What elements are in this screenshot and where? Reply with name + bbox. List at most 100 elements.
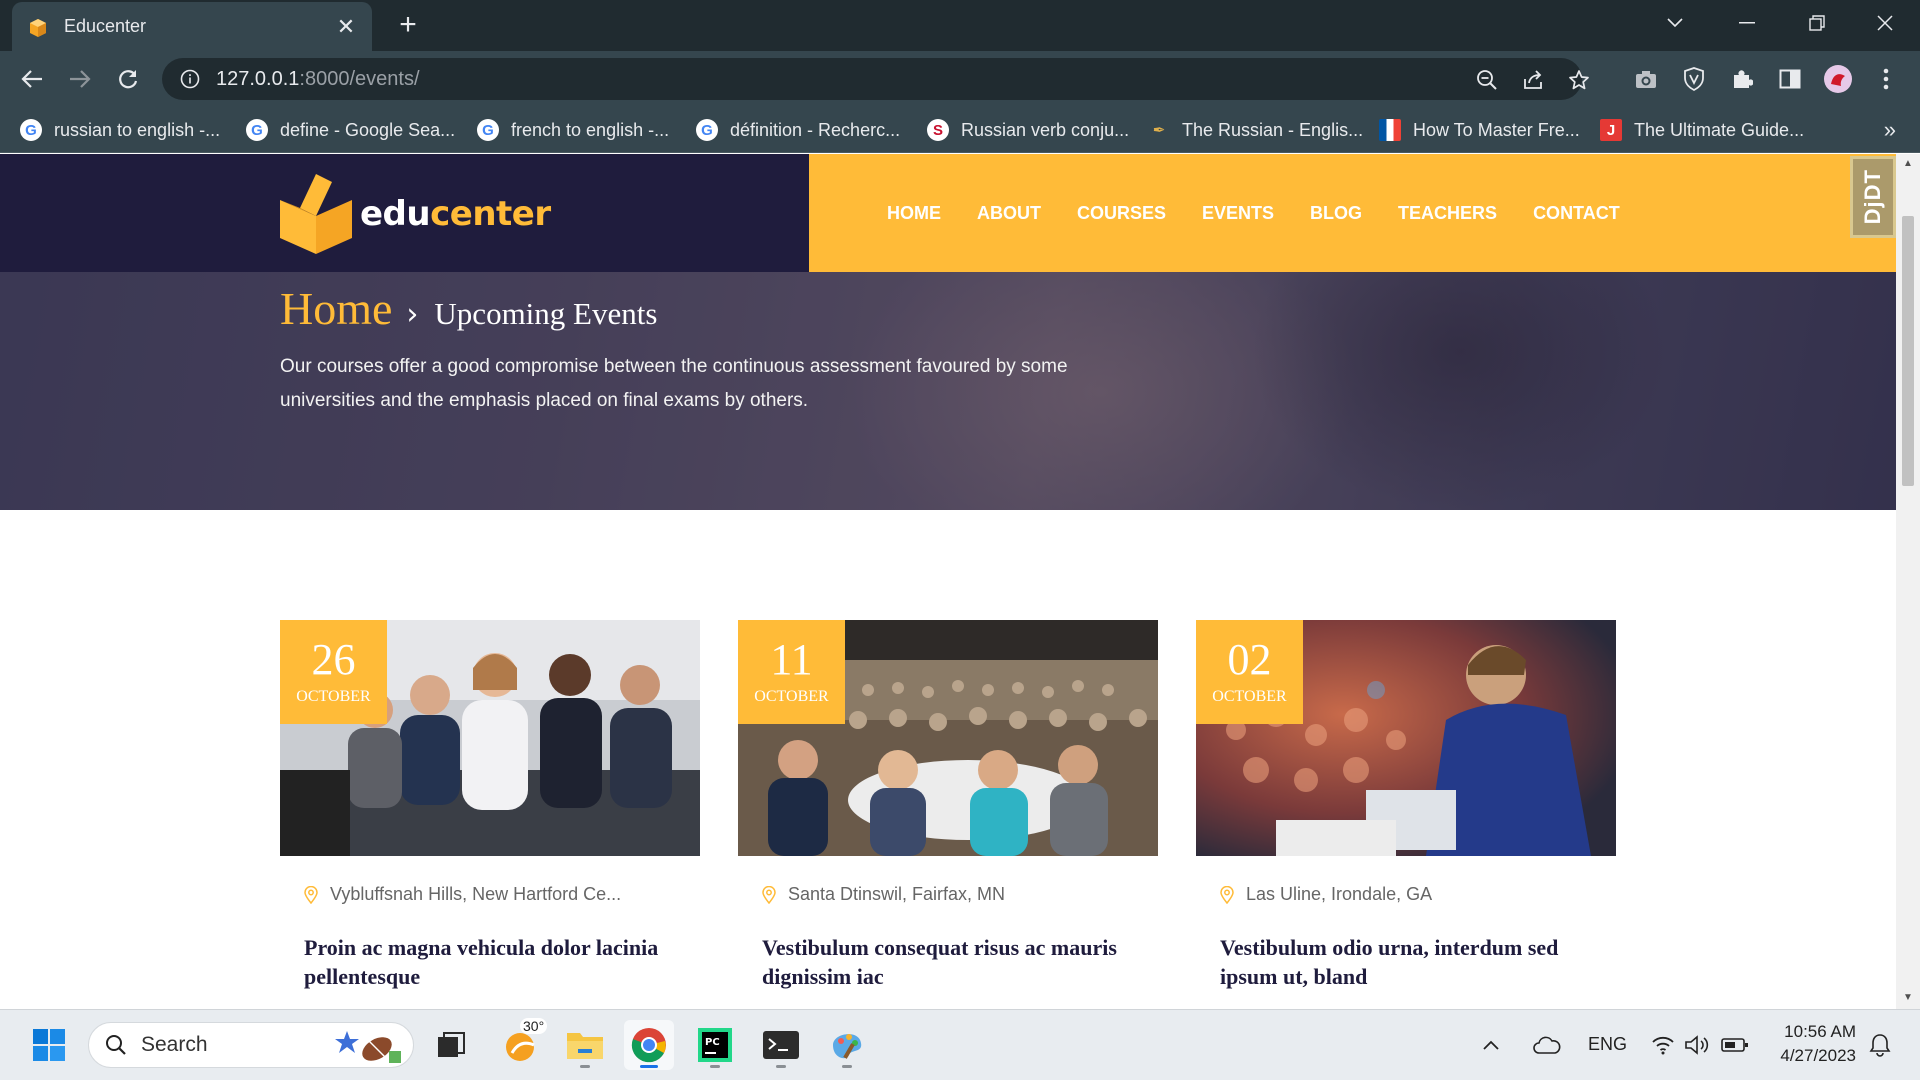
event-location: Santa Dtinswil, Fairfax, MN xyxy=(762,884,1158,905)
extensions-puzzle-icon[interactable] xyxy=(1726,63,1758,95)
battery-icon[interactable] xyxy=(1718,1020,1752,1070)
search-icon xyxy=(106,1035,126,1055)
event-image[interactable]: 26 OCTOBER xyxy=(280,620,700,856)
main-navigation: HOME ABOUT COURSES EVENTS BLOG TEACHERS … xyxy=(809,154,1896,272)
svg-text:PC: PC xyxy=(705,1037,720,1048)
scroll-down-icon[interactable]: ▼ xyxy=(1902,992,1914,1004)
page-viewport: educenter HOME ABOUT COURSES EVENTS BLOG… xyxy=(0,154,1896,1009)
bookmark-label: How To Master Fre... xyxy=(1413,119,1580,140)
close-window-icon[interactable] xyxy=(1850,0,1920,46)
nav-courses[interactable]: COURSES xyxy=(1077,203,1166,224)
input-language[interactable]: ENG xyxy=(1588,1034,1627,1055)
terminal-icon[interactable] xyxy=(756,1020,806,1070)
restore-icon[interactable] xyxy=(1782,0,1852,46)
weather-temperature: 30° xyxy=(520,1018,548,1034)
nav-events[interactable]: EVENTS xyxy=(1202,203,1274,224)
event-card[interactable]: 11 OCTOBER Santa Dtinswil, Fairfax, MN V… xyxy=(738,620,1158,991)
bookmark-label: russian to english -... xyxy=(54,119,221,140)
event-location: Vybluffsnah Hills, New Hartford Ce... xyxy=(304,884,700,905)
bookmark-item[interactable]: ✒ The Russian - Englis... xyxy=(1148,114,1363,146)
google-icon: G xyxy=(20,119,42,141)
site-info-icon[interactable] xyxy=(180,69,200,89)
weather-icon[interactable]: 30° xyxy=(496,1018,548,1070)
share-icon[interactable] xyxy=(1520,67,1546,93)
breadcrumb-home-link[interactable]: Home xyxy=(280,282,392,335)
nav-teachers[interactable]: TEACHERS xyxy=(1398,203,1497,224)
camera-extension-icon[interactable] xyxy=(1630,63,1662,95)
bookmark-label: The Russian - Englis... xyxy=(1182,119,1364,140)
notification-bell-icon[interactable] xyxy=(1860,1020,1900,1070)
logo-text-part1: edu xyxy=(360,194,431,234)
bookmark-label: The Ultimate Guide... xyxy=(1634,119,1805,140)
django-debug-toolbar-handle[interactable]: DjDT xyxy=(1850,156,1896,238)
hero-description: Our courses offer a good compromise betw… xyxy=(280,356,1068,411)
new-tab-icon[interactable]: + xyxy=(392,10,424,42)
bookmark-item[interactable]: G définition - Recherc... xyxy=(696,114,900,146)
address-bar[interactable]: 127.0.0.1:8000/events/ xyxy=(162,58,1589,100)
chrome-icon[interactable] xyxy=(624,1020,674,1070)
wifi-icon[interactable] xyxy=(1648,1020,1678,1070)
page-scrollbar[interactable]: ▲ ▼ xyxy=(1896,154,1920,1009)
event-day: 11 xyxy=(770,635,813,684)
events-list: 26 OCTOBER Vybluffsnah Hills, New Hartfo… xyxy=(280,620,1616,1009)
minimize-icon[interactable] xyxy=(1712,0,1782,46)
bookmark-label: définition - Recherc... xyxy=(730,119,901,140)
chevron-right-icon: › xyxy=(406,297,419,332)
event-location-text: Las Uline, Irondale, GA xyxy=(1246,884,1433,904)
nav-contact[interactable]: CONTACT xyxy=(1533,203,1620,224)
taskbar-search-input[interactable]: Search xyxy=(88,1022,414,1068)
google-icon: G xyxy=(696,119,718,141)
bookmark-label: define - Google Sea... xyxy=(280,119,456,140)
reload-icon[interactable] xyxy=(110,61,146,97)
event-title[interactable]: Vestibulum consequat risus ac mauris dig… xyxy=(762,933,1134,991)
browser-tab-active[interactable]: Educenter ✕ xyxy=(12,2,372,51)
event-date-badge: 11 OCTOBER xyxy=(738,620,845,724)
windows-start-icon[interactable] xyxy=(24,1020,74,1070)
event-card[interactable]: 02 OCTOBER Las Uline, Irondale, GA Vesti… xyxy=(1196,620,1616,991)
running-indicator xyxy=(776,1065,786,1068)
bookmark-item[interactable]: G french to english -... xyxy=(477,114,669,146)
event-month: OCTOBER xyxy=(296,688,371,705)
zoom-icon[interactable] xyxy=(1474,67,1500,93)
system-clock[interactable]: 10:56 AM 4/27/2023 xyxy=(1770,1020,1856,1068)
bookmark-item[interactable]: G russian to english -... xyxy=(20,114,220,146)
event-title[interactable]: Proin ac magna vehicula dolor lacinia pe… xyxy=(304,933,676,991)
site-logo[interactable]: educenter xyxy=(280,174,551,254)
tab-search-chevron-icon[interactable] xyxy=(1640,0,1710,46)
running-indicator xyxy=(710,1065,720,1068)
google-icon: G xyxy=(477,119,499,141)
onedrive-cloud-icon[interactable] xyxy=(1522,1020,1572,1070)
back-icon[interactable] xyxy=(14,61,50,97)
nav-home[interactable]: HOME xyxy=(887,203,941,224)
event-title[interactable]: Vestibulum odio urna, interdum sed ipsum… xyxy=(1220,933,1592,991)
tab-close-icon[interactable]: ✕ xyxy=(334,14,358,40)
event-image[interactable]: 11 OCTOBER xyxy=(738,620,1158,856)
scrollbar-thumb[interactable] xyxy=(1902,216,1914,486)
reverso-icon: S xyxy=(927,119,949,141)
bookmark-item[interactable]: How To Master Fre... xyxy=(1379,114,1580,146)
bookmark-item[interactable]: J The Ultimate Guide... xyxy=(1600,114,1804,146)
side-panel-icon[interactable] xyxy=(1774,63,1806,95)
paint-icon[interactable] xyxy=(822,1020,872,1070)
event-image[interactable]: 02 OCTOBER xyxy=(1196,620,1616,856)
profile-avatar[interactable] xyxy=(1822,63,1854,95)
browser-menu-icon[interactable] xyxy=(1870,63,1902,95)
nav-blog[interactable]: BLOG xyxy=(1310,203,1362,224)
nav-about[interactable]: ABOUT xyxy=(977,203,1041,224)
show-hidden-icons-chevron-icon[interactable] xyxy=(1476,1020,1506,1070)
forward-icon[interactable] xyxy=(62,61,98,97)
shield-extension-icon[interactable] xyxy=(1678,63,1710,95)
tab-title: Educenter xyxy=(64,16,147,36)
event-card[interactable]: 26 OCTOBER Vybluffsnah Hills, New Hartfo… xyxy=(280,620,700,991)
event-month: OCTOBER xyxy=(754,688,829,705)
volume-icon[interactable] xyxy=(1682,1020,1712,1070)
pycharm-icon[interactable]: PC xyxy=(690,1020,740,1070)
bookmarks-overflow-icon[interactable]: » xyxy=(1884,117,1896,143)
bookmark-star-icon[interactable] xyxy=(1566,67,1592,93)
scroll-up-icon[interactable]: ▲ xyxy=(1902,158,1914,170)
event-location: Las Uline, Irondale, GA xyxy=(1220,884,1616,905)
bookmark-item[interactable]: G define - Google Sea... xyxy=(246,114,455,146)
task-view-icon[interactable] xyxy=(426,1020,476,1070)
bookmark-item[interactable]: S Russian verb conju... xyxy=(927,114,1129,146)
file-explorer-icon[interactable] xyxy=(560,1020,610,1070)
